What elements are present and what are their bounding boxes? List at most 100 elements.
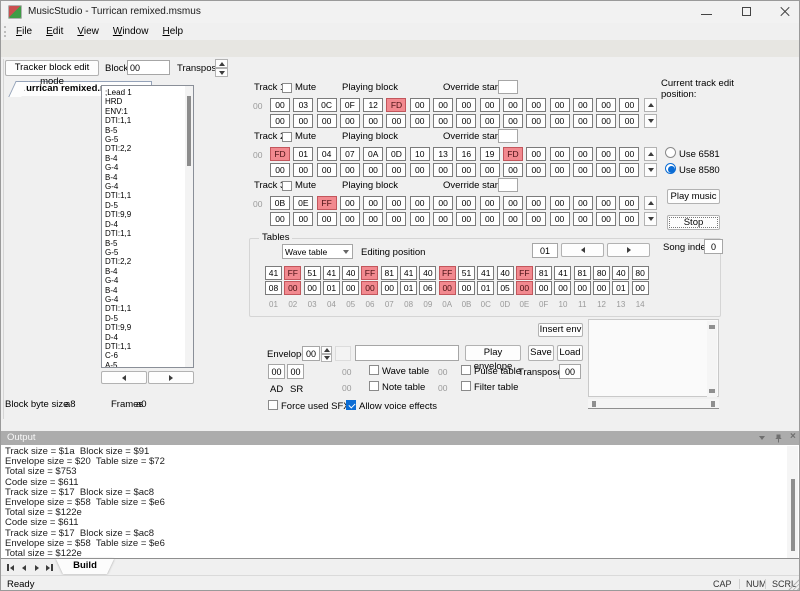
table-prev-button[interactable] — [561, 243, 604, 257]
track-cell[interactable]: 00 — [456, 196, 476, 210]
track-cell[interactable]: 00 — [573, 212, 593, 226]
wave-cell[interactable]: 41 — [265, 266, 282, 280]
wave-table-row-2[interactable]: 0800000100000001060000010500000000000100 — [265, 281, 649, 295]
wave-cell[interactable]: 00 — [381, 281, 398, 295]
scrollbar-thumb[interactable] — [187, 96, 191, 166]
wave-cell[interactable]: 41 — [323, 266, 340, 280]
track-cell[interactable]: 00 — [526, 212, 546, 226]
menu-item-view[interactable]: View — [70, 23, 106, 40]
block-list-item[interactable]: HRD — [105, 97, 193, 106]
track-cell[interactable]: 00 — [410, 163, 430, 177]
track-cell[interactable]: 00 — [550, 98, 570, 112]
menu-item-file[interactable]: File — [9, 23, 39, 40]
use-8580-radio[interactable] — [665, 163, 676, 174]
track-cell[interactable]: 00 — [386, 114, 406, 128]
envelope-spinner-down[interactable] — [321, 354, 332, 362]
wave-cell[interactable]: 00 — [574, 281, 591, 295]
wave-cell[interactable]: 01 — [323, 281, 340, 295]
wave-cell[interactable]: 01 — [612, 281, 629, 295]
track-1-override-input[interactable] — [498, 80, 518, 94]
block-list-item[interactable]: C-6 — [105, 351, 193, 360]
track-cell[interactable]: 00 — [270, 98, 290, 112]
track-cell[interactable]: 00 — [433, 98, 453, 112]
track-cell[interactable]: 00 — [480, 163, 500, 177]
track-cell[interactable]: FD — [503, 147, 523, 161]
editing-position-input[interactable]: 01 — [532, 243, 558, 258]
transpose-spinner-down[interactable] — [215, 68, 228, 77]
pin-icon[interactable] — [774, 434, 783, 443]
track-cell[interactable]: 00 — [573, 98, 593, 112]
track-cell[interactable]: 16 — [456, 147, 476, 161]
ad-input[interactable]: 00 — [268, 364, 285, 379]
menu-item-help[interactable]: Help — [155, 23, 190, 40]
block-list-item[interactable]: B-5 — [105, 239, 193, 248]
block-list-item[interactable]: G-4 — [105, 163, 193, 172]
wave-cell[interactable]: 08 — [265, 281, 282, 295]
menu-item-window[interactable]: Window — [106, 23, 156, 40]
envelope-name-input[interactable] — [355, 345, 459, 361]
block-list[interactable]: ;Lead 1HRDENV:1DTI:1,1B-5G-5DTI:2,2B-4G-… — [101, 85, 194, 368]
stop-button[interactable]: Stop — [667, 215, 720, 230]
wave-cell[interactable]: FF — [284, 266, 301, 280]
track-cell[interactable]: 00 — [526, 98, 546, 112]
nav-prev-button[interactable] — [17, 561, 30, 574]
block-list-item[interactable]: DTI:2,2 — [105, 144, 193, 153]
wave-cell[interactable]: 51 — [458, 266, 475, 280]
track-cell[interactable]: 00 — [573, 196, 593, 210]
track-3-mute-checkbox[interactable] — [282, 181, 292, 191]
title-bar[interactable]: MusicStudio - Turrican remixed.msmus — [1, 1, 800, 23]
track-cell[interactable]: 00 — [619, 98, 639, 112]
pulse-table-checkbox[interactable] — [461, 365, 471, 375]
track-cell[interactable]: 00 — [480, 114, 500, 128]
block-prev-button[interactable] — [101, 371, 147, 384]
track-3-row-2[interactable]: 00000000000000000000000000000000 — [270, 212, 639, 226]
track-cell[interactable]: 00 — [619, 212, 639, 226]
track-cell[interactable]: 00 — [317, 212, 337, 226]
track-cell[interactable]: 00 — [340, 196, 360, 210]
track-cell[interactable]: 19 — [480, 147, 500, 161]
wave-table-checkbox[interactable] — [369, 365, 379, 375]
block-list-item[interactable]: DTI:1,1 — [105, 342, 193, 351]
wave-cell[interactable]: 51 — [304, 266, 321, 280]
wave-cell[interactable]: 00 — [632, 281, 649, 295]
track-cell[interactable]: 00 — [503, 212, 523, 226]
track-cell[interactable]: 00 — [270, 114, 290, 128]
close-button[interactable] — [769, 1, 800, 23]
track-cell[interactable]: 00 — [386, 196, 406, 210]
track-cell[interactable]: 00 — [386, 212, 406, 226]
track-cell[interactable]: 03 — [293, 98, 313, 112]
scrollbar-thumb[interactable] — [791, 479, 795, 551]
track-cell[interactable]: 00 — [433, 114, 453, 128]
block-list-item[interactable]: G-4 — [105, 295, 193, 304]
block-list-item[interactable]: DTI:9,9 — [105, 323, 193, 332]
block-next-button[interactable] — [148, 371, 194, 384]
track-cell[interactable]: 00 — [550, 212, 570, 226]
wave-cell[interactable]: 00 — [554, 281, 571, 295]
wave-cell[interactable]: 41 — [477, 266, 494, 280]
track-cell[interactable]: 00 — [573, 114, 593, 128]
minimize-button[interactable] — [691, 1, 725, 23]
track-cell[interactable]: 00 — [363, 196, 383, 210]
track-cell[interactable]: 10 — [410, 147, 430, 161]
track-3-spinner-down[interactable] — [644, 212, 657, 226]
track-cell[interactable]: 00 — [480, 98, 500, 112]
nav-first-button[interactable] — [4, 561, 17, 574]
wave-cell[interactable]: 40 — [419, 266, 436, 280]
wave-cell[interactable]: 00 — [516, 281, 533, 295]
track-cell[interactable]: 00 — [596, 196, 616, 210]
wave-cell[interactable]: 00 — [458, 281, 475, 295]
maximize-button[interactable] — [731, 1, 765, 23]
track-cell[interactable]: 00 — [619, 114, 639, 128]
track-cell[interactable]: FD — [270, 147, 290, 161]
build-tab[interactable]: Build — [56, 559, 114, 574]
track-cell[interactable]: 00 — [503, 114, 523, 128]
envelope-transpose-input[interactable]: 00 — [559, 364, 581, 379]
table-next-button[interactable] — [607, 243, 650, 257]
track-cell[interactable]: 00 — [573, 147, 593, 161]
track-cell[interactable]: 00 — [456, 98, 476, 112]
track-cell[interactable]: 00 — [363, 212, 383, 226]
block-list-item[interactable]: B-4 — [105, 154, 193, 163]
track-cell[interactable]: 12 — [363, 98, 383, 112]
track-3-row-1[interactable]: 0B0EFF00000000000000000000000000 — [270, 196, 639, 210]
preview-horizontal-scrollbar[interactable] — [588, 399, 719, 409]
